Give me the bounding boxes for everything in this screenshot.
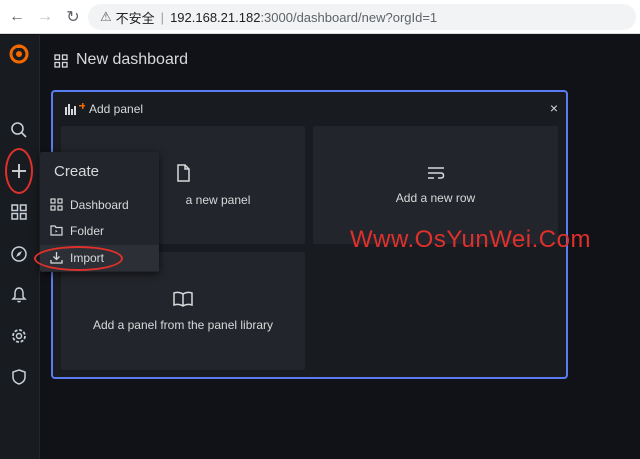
sidebar <box>0 35 40 459</box>
warning-icon: ⚠ <box>100 9 112 24</box>
grid-icon <box>50 198 64 212</box>
annotation-ellipse-import <box>34 246 123 271</box>
reload-icon[interactable]: ↻ <box>62 6 84 28</box>
gear-icon[interactable] <box>8 325 30 347</box>
address-bar[interactable]: ⚠ 不安全 | 192.168.21.182:3000/dashboard/ne… <box>88 4 636 30</box>
browser-toolbar: ← → ↻ ⚠ 不安全 | 192.168.21.182:3000/dashbo… <box>0 0 640 34</box>
add-panel-header: Add panel <box>65 102 143 116</box>
create-menu-heading: Create <box>54 163 100 180</box>
url-separator: | <box>160 9 165 25</box>
annotation-ellipse-plus <box>5 148 33 194</box>
bell-icon[interactable] <box>8 284 30 306</box>
url-path: :3000/dashboard/new?orgId=1 <box>260 9 438 25</box>
back-icon[interactable]: ← <box>6 6 28 28</box>
file-icon <box>175 163 191 185</box>
security-label: 不安全 <box>115 10 155 26</box>
add-panel-icon <box>65 103 85 115</box>
search-icon[interactable] <box>8 119 30 141</box>
book-icon <box>173 291 193 310</box>
grafana-logo[interactable] <box>8 43 30 65</box>
folder-icon <box>50 224 64 238</box>
close-icon[interactable]: × <box>550 100 558 116</box>
create-folder-label: Folder <box>70 224 105 238</box>
create-folder-item[interactable]: Folder <box>40 218 159 244</box>
row-icon <box>427 166 445 183</box>
create-dashboard-item[interactable]: Dashboard <box>40 192 159 218</box>
forward-icon[interactable]: → <box>34 6 56 28</box>
add-new-row-label: Add a new row <box>395 190 476 205</box>
watermark: Www.OsYunWei.Com <box>350 226 591 253</box>
dashboards-grid-icon[interactable] <box>8 201 30 223</box>
compass-icon[interactable] <box>8 243 30 265</box>
add-panel-title: Add panel <box>89 102 144 116</box>
page-header: New dashboard <box>40 35 640 87</box>
dashboard-grid-icon <box>54 54 68 68</box>
create-dashboard-label: Dashboard <box>70 198 129 212</box>
page-title: New dashboard <box>76 51 189 68</box>
add-panel-library-label: Add a panel from the panel library <box>92 317 274 332</box>
shield-icon[interactable] <box>8 366 30 388</box>
url-host: 192.168.21.182 <box>170 9 261 25</box>
